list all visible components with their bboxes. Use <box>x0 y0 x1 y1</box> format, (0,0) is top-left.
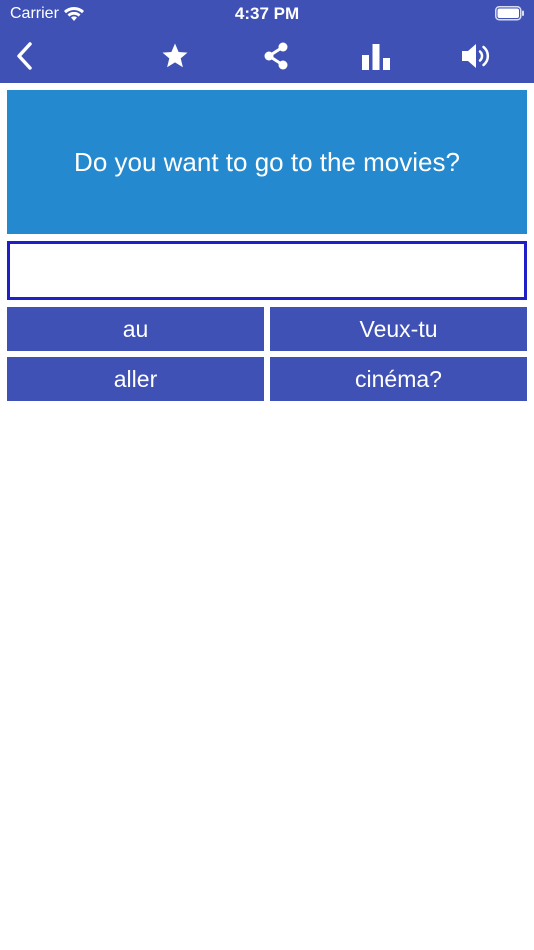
star-icon <box>161 42 189 70</box>
status-time: 4:37 PM <box>234 4 300 23</box>
top-app-bar: Carrier 4:37 PM <box>0 0 534 83</box>
answer-box[interactable] <box>7 241 527 300</box>
back-button[interactable] <box>3 34 47 78</box>
word-tile[interactable]: aller <box>7 357 264 401</box>
statistics-button[interactable] <box>354 34 398 78</box>
share-icon <box>262 41 290 71</box>
share-button[interactable] <box>254 34 298 78</box>
status-bar: Carrier 4:37 PM <box>0 0 534 28</box>
word-tile[interactable]: au <box>7 307 264 351</box>
back-chevron-icon <box>15 41 35 71</box>
bar-chart-icon <box>361 42 391 70</box>
toolbar <box>0 30 534 80</box>
word-tile[interactable]: Veux-tu <box>270 307 527 351</box>
question-text: Do you want to go to the movies? <box>74 146 460 177</box>
question-card: Do you want to go to the movies? <box>7 90 527 234</box>
speaker-icon <box>461 42 493 70</box>
favorite-button[interactable] <box>153 34 197 78</box>
word-tile[interactable]: cinéma? <box>270 357 527 401</box>
battery-icon <box>495 6 525 21</box>
answer-input[interactable] <box>10 244 524 297</box>
audio-button[interactable] <box>455 34 499 78</box>
